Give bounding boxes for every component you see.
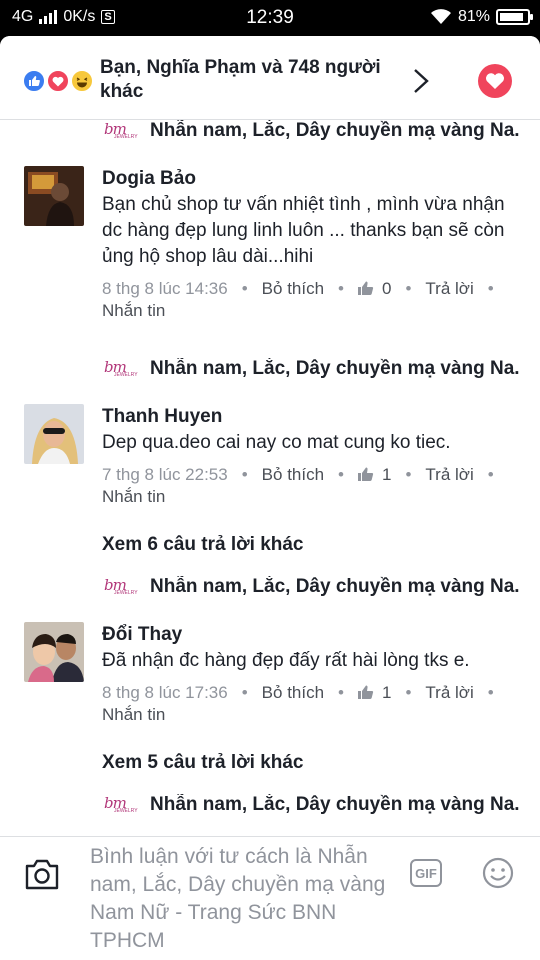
gif-button[interactable]: GIF [410,859,442,887]
page-logo-icon: bm JEWELRY [104,120,138,140]
comment-input[interactable]: Bình luận với tư cách là Nhẫn nam, Lắc, … [90,843,390,955]
camera-icon[interactable] [24,857,60,891]
page-logo-icon: bm JEWELRY [104,358,138,378]
comment-body: Đổi Thay Đã nhận đc hàng đẹp đấy rất hài… [102,622,514,726]
reply-button[interactable]: Trả lời [425,279,473,298]
reactions-summary: Bạn, Nghĩa Phạm và 748 người khác [100,57,381,102]
like-count[interactable]: 1 [358,465,391,484]
thumbs-up-icon [358,467,374,481]
thumbs-up-icon [358,281,374,295]
view-more-replies-link[interactable]: Xem 5 câu trả lời khác [102,752,304,774]
status-bar: 4G 0K/s S 12:39 81% [0,0,540,36]
like-icon [22,69,46,93]
reactions-header[interactable]: Bạn, Nghĩa Phạm và 748 người khác [0,36,540,120]
page-reply[interactable]: bm JEWELRY Nhẫn nam, Lắc, Dây chuyền mạ v… [104,120,540,146]
status-right: 81% [430,8,533,26]
love-icon [46,69,70,93]
thumbs-up-icon [358,685,374,699]
reaction-icons [22,69,98,93]
comment-time: 7 thg 8 lúc 22:53 [102,465,228,484]
haha-icon [70,69,94,93]
chevron-right-icon[interactable] [410,68,432,94]
battery-icon [496,9,533,25]
page-logo-icon: bm JEWELRY [104,576,138,596]
avatar[interactable] [24,622,84,682]
comment-composer: Bình luận với tư cách là Nhẫn nam, Lắc, … [0,836,540,960]
page-reply-name: Nhẫn nam, Lắc, Dây chuyền mạ vàng Na. [150,576,520,597]
comment-feed[interactable]: bm JEWELRY Nhẫn nam, Lắc, Dây chuyền mạ v… [0,120,540,836]
comment-body: Dogia Bảo Bạn chủ shop tư vấn nhiệt tình… [102,166,514,322]
commenter-name[interactable]: Thanh Huyen [102,404,514,430]
page-reply-name: Nhẫn nam, Lắc, Dây chuyền mạ vàng Na. [150,794,520,815]
comment-actions: 8 thg 8 lúc 17:36 • Bỏ thích • 1 • Trả lời • Nhắ… [102,683,494,724]
avatar[interactable] [24,404,84,464]
message-button[interactable]: Nhắn tin [102,487,165,506]
reply-button[interactable]: Trả lời [425,465,473,484]
heart-icon [486,73,504,89]
unlike-button[interactable]: Bỏ thích [262,465,324,484]
comment-text: Dep qua.deo cai nay co mat cung ko tiec. [102,432,451,453]
page-reply-name: Nhẫn nam, Lắc, Dây chuyền mạ vàng Na. [150,120,520,141]
like-count[interactable]: 1 [358,683,391,702]
reply-button[interactable]: Trả lời [425,683,473,702]
comment-body: Thanh Huyen Dep qua.deo cai nay co mat c… [102,404,514,508]
page-logo-icon: bm JEWELRY [104,794,138,814]
page-reply[interactable]: bm JEWELRY Nhẫn nam, Lắc, Dây chuyền mạ v… [104,354,540,384]
comment-actions: 8 thg 8 lúc 14:36 • Bỏ thích • 0 • Trả lời • Nhắ… [102,279,494,320]
comment-time: 8 thg 8 lúc 14:36 [102,279,228,298]
battery-percent: 81% [457,8,490,25]
page-reply-name: Nhẫn nam, Lắc, Dây chuyền mạ vàng Na. [150,358,520,379]
sticker-icon[interactable] [482,857,514,889]
comment-actions: 7 thg 8 lúc 22:53 • Bỏ thích • 1 • Trả lời • Nhắ… [102,465,494,506]
page-reply[interactable]: bm JEWELRY Nhẫn nam, Lắc, Dây chuyền mạ v… [104,790,540,820]
comment-text: Đã nhận đc hàng đẹp đấy rất hài lòng tks… [102,650,470,671]
commenter-name[interactable]: Dogia Bảo [102,166,514,192]
comments-sheet: Bạn, Nghĩa Phạm và 748 người khác bm JEWE… [0,36,540,960]
page-reply[interactable]: bm JEWELRY Nhẫn nam, Lắc, Dây chuyền mạ v… [104,572,540,602]
love-reaction-button[interactable] [478,64,512,98]
commenter-name[interactable]: Đổi Thay [102,622,514,648]
unlike-button[interactable]: Bỏ thích [262,279,324,298]
comment-text: Bạn chủ shop tư vấn nhiệt tình , mình vừ… [102,194,505,267]
unlike-button[interactable]: Bỏ thích [262,683,324,702]
message-button[interactable]: Nhắn tin [102,301,165,320]
like-count[interactable]: 0 [358,279,391,298]
message-button[interactable]: Nhắn tin [102,705,165,724]
wifi-icon [430,9,451,24]
avatar[interactable] [24,166,84,226]
view-more-replies-link[interactable]: Xem 6 câu trả lời khác [102,534,304,556]
comment-time: 8 thg 8 lúc 17:36 [102,683,228,702]
